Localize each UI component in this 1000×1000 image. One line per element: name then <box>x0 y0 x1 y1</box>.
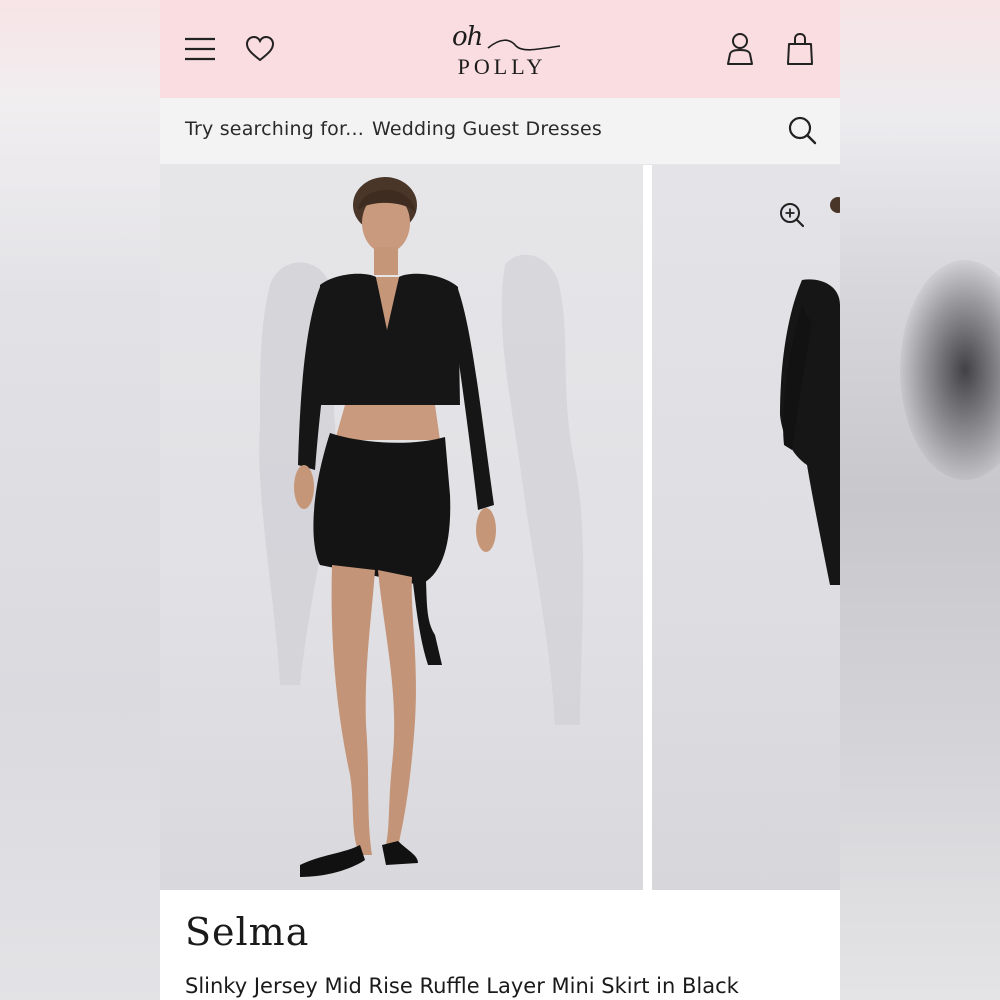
background-blur-right <box>840 0 1000 1000</box>
app-screen: oh POLLY Try searching for... Wedding Gue… <box>160 0 840 1000</box>
menu-button[interactable] <box>182 32 218 66</box>
model-side-illustration <box>780 197 840 585</box>
search-button[interactable] <box>786 114 818 146</box>
product-description: Slinky Jersey Mid Rise Ruffle Layer Mini… <box>185 974 739 998</box>
logo-script: oh <box>452 22 483 52</box>
product-image-gallery[interactable] <box>160 165 840 890</box>
search-suggestion: Wedding Guest Dresses <box>371 118 603 140</box>
product-image-front[interactable] <box>160 165 643 890</box>
search-input[interactable]: Try searching for... Wedding Guest Dresse… <box>185 118 602 140</box>
hamburger-menu-icon <box>185 37 215 61</box>
background-blur-left <box>0 0 160 1000</box>
product-info: Selma Slinky Jersey Mid Rise Ruffle Laye… <box>160 890 840 1000</box>
search-icon <box>788 116 817 145</box>
product-name: Selma <box>185 910 310 954</box>
site-header: oh POLLY <box>160 0 840 98</box>
brand-logo[interactable]: oh POLLY <box>442 22 562 82</box>
bag-button[interactable] <box>782 30 818 68</box>
user-icon <box>727 33 753 65</box>
product-image-side[interactable] <box>652 165 840 890</box>
model-front-illustration <box>259 177 584 877</box>
zoom-button[interactable] <box>778 201 806 229</box>
search-prompt: Try searching for... <box>185 118 364 140</box>
account-button[interactable] <box>722 30 758 68</box>
wishlist-button[interactable] <box>242 32 278 66</box>
heart-icon <box>245 35 275 62</box>
logo-wordmark: POLLY <box>457 54 547 79</box>
logo-swash <box>487 39 561 51</box>
zoom-in-icon <box>780 203 805 228</box>
shopping-bag-icon <box>787 32 813 65</box>
search-bar[interactable]: Try searching for... Wedding Guest Dresse… <box>160 98 840 165</box>
